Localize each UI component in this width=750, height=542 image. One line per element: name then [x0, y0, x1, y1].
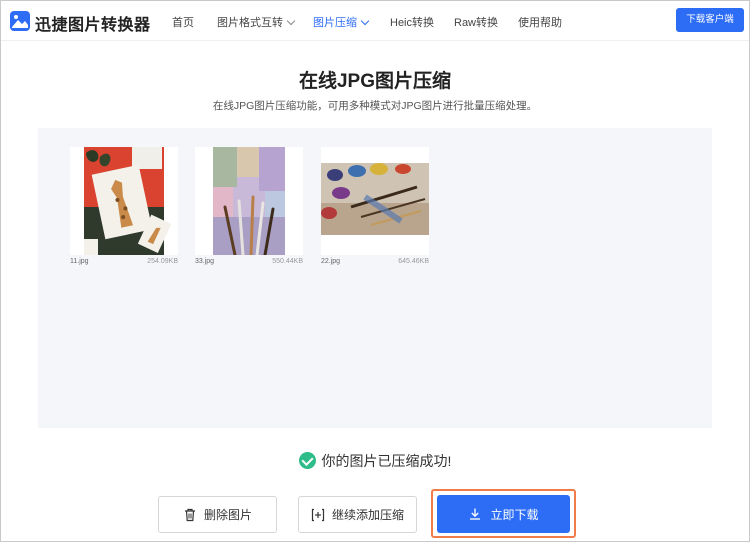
image-name-3: 22.jpg — [321, 258, 341, 265]
download-icon — [470, 508, 481, 520]
nav-heic-convert[interactable]: Heic转换 — [390, 14, 434, 30]
continue-add-compress-label: 继续添加压缩 — [331, 508, 404, 522]
nav-home[interactable]: 首页 — [172, 14, 194, 30]
success-message: 你的图片已压缩成功! — [0, 451, 750, 471]
nav-raw-convert[interactable]: Raw转换 — [454, 14, 498, 30]
add-file-icon — [311, 508, 325, 521]
image-name-1: 11.jpg — [70, 258, 89, 265]
success-text: 你的图片已压缩成功! — [321, 453, 452, 469]
image-gallery: 11.jpg 254.09KB 33.jpg 550.44KB 22.jpg 6… — [38, 128, 712, 428]
chevron-down-icon — [286, 16, 296, 26]
giraffe-artwork-image — [84, 147, 172, 255]
brand-name[interactable]: 迅捷图片转换器 — [35, 11, 151, 35]
download-now-label: 立即下载 — [490, 507, 539, 522]
image-thumbnail-3[interactable] — [321, 147, 429, 255]
nav-format-convert[interactable]: 图片格式互转 — [217, 14, 296, 30]
nav-home-label: 首页 — [172, 17, 194, 29]
download-now-button[interactable]: 立即下载 — [437, 495, 570, 533]
page-subtitle: 在线JPG图片压缩功能，可用多种模式对JPG图片进行批量压缩处理。 — [212, 100, 538, 112]
delete-images-button[interactable]: 删除图片 — [158, 496, 277, 533]
image-thumbnail-1[interactable] — [70, 147, 178, 255]
paint-brushes-image — [213, 147, 285, 257]
nav-format-convert-label: 图片格式互转 — [217, 17, 283, 29]
nav-help[interactable]: 使用帮助 — [518, 14, 562, 30]
paint-palette-image — [321, 163, 429, 235]
continue-add-compress-button[interactable]: 继续添加压缩 — [298, 496, 417, 533]
nav-image-compress[interactable]: 图片压缩 — [313, 14, 370, 30]
trash-icon — [184, 508, 195, 521]
image-name-2: 33.jpg — [195, 258, 215, 265]
image-size-3: 645.46KB — [398, 258, 429, 265]
image-size-1: 254.09KB — [147, 258, 178, 265]
page-title: 在线JPG图片压缩 — [298, 71, 452, 92]
image-size-2: 550.44KB — [272, 258, 303, 265]
nav-image-compress-label: 图片压缩 — [313, 17, 357, 29]
check-circle-icon — [298, 452, 316, 469]
chevron-down-icon — [360, 16, 370, 26]
nav-heic-convert-label: Heic转换 — [390, 17, 435, 29]
image-thumbnail-2[interactable] — [195, 147, 303, 257]
app-logo-icon — [10, 11, 30, 31]
download-client-button[interactable]: 下载客户端 — [676, 8, 744, 32]
nav-help-label: 使用帮助 — [518, 17, 562, 29]
nav-raw-convert-label: Raw转换 — [454, 17, 499, 29]
delete-images-label: 删除图片 — [203, 508, 252, 522]
top-header: 迅捷图片转换器 首页 图片格式互转 图片压缩 Heic转换 Raw转换 使用帮助… — [1, 1, 749, 41]
